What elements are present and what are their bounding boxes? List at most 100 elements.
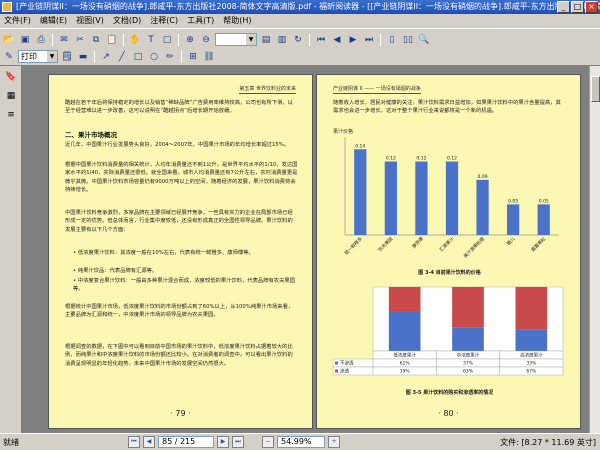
data-label: 0.09 — [478, 174, 488, 180]
toolbar-row-2: ✎ 打印 ▼ 🗒 ▬ ↗ ╱ □ ○ ✏ ⊞ ⛓ — [2, 48, 216, 65]
hand-tool-icon[interactable]: ✋ — [128, 33, 142, 47]
status-bar: 就绪 ⏮ ◀ 85 / 215 ▶ ⏭ − 54.99% + 文件: [8.27… — [0, 433, 600, 450]
first-page-icon[interactable]: ⏮ — [314, 33, 328, 47]
legend-swatch — [335, 369, 338, 373]
page-size-info: 文件: [8.27 * 11.69 英寸] — [500, 438, 596, 447]
stacked-bar-segment — [515, 329, 548, 351]
x-tick-label: 露露果粒 — [529, 235, 547, 253]
menu-edit[interactable]: 编辑(E) — [40, 14, 67, 27]
list-item: • 中浓度复合果汁饮料：一般由多种果汁混合而成，浓度较低的果汁饮料，代表品牌有农… — [73, 278, 295, 292]
last-page-button[interactable]: ⏭ — [232, 436, 244, 448]
zoom-field[interactable]: 54.99% — [277, 436, 325, 448]
two-page-icon[interactable]: ▯▯ — [401, 33, 415, 47]
cut-icon[interactable]: ✂ — [73, 33, 87, 47]
zoom-dropdown[interactable]: ▼ — [215, 33, 257, 46]
page-number-field[interactable]: 85 / 215 — [158, 436, 214, 448]
tool-dropdown-label: 打印 — [21, 52, 37, 61]
stacked-bar-chart-penetration: 低浓度果汁 中浓度果汁 高浓度果汁不渗透 61% 37% 33% 渗透 39% 63% 67% — [332, 286, 564, 376]
close-button[interactable]: × — [585, 1, 598, 13]
bar — [354, 149, 367, 235]
data-label: 0.12 — [386, 156, 396, 162]
x-tick-label: 康师傅 — [410, 235, 425, 250]
bar — [384, 161, 397, 235]
single-page-icon[interactable]: ▯ — [385, 33, 399, 47]
last-page-icon[interactable]: ⏭ — [362, 33, 376, 47]
prev-page-button[interactable]: ◀ — [143, 436, 155, 448]
paragraph: 根据中国果汁饮料消费量的相关统计，人均年消费量还不到1公升，是世界平均水平的1/… — [65, 162, 298, 194]
link-icon[interactable]: ⛓ — [202, 50, 216, 64]
table-value: 67% — [526, 369, 537, 375]
table-value: 33% — [526, 361, 537, 367]
page-80: 产业链阴谋 II —— 一场没有硝烟的战争 随着收入增长，居民对健康的关注，果汁… — [316, 74, 581, 429]
table-value: 63% — [463, 369, 474, 375]
data-label: 0.05 — [508, 198, 518, 204]
email-icon[interactable]: ✉ — [57, 33, 71, 47]
vertical-scrollbar[interactable] — [589, 66, 600, 433]
table-row: 渗透 39% 63% 67% — [332, 366, 564, 376]
x-tick-label: 统一鲜橙多 — [343, 235, 364, 256]
bar — [476, 179, 489, 235]
minimize-button[interactable]: _ — [557, 1, 570, 13]
print-icon[interactable]: ⎙ — [34, 33, 48, 47]
typewriter-icon[interactable]: ✎ — [2, 50, 16, 64]
copy-icon[interactable]: ⧉ — [89, 33, 103, 47]
ellipse-tool-icon[interactable]: ○ — [147, 50, 161, 64]
next-page-icon[interactable]: ▶ — [346, 33, 360, 47]
app-icon — [2, 2, 12, 12]
note-icon[interactable]: 🗒 — [60, 50, 74, 64]
bar — [445, 161, 459, 235]
paste-icon[interactable]: 📋 — [105, 33, 119, 47]
menu-tools[interactable]: 工具(T) — [187, 14, 214, 27]
rotate-icon[interactable]: ↻ — [291, 33, 305, 47]
legend-label: 渗透 — [340, 368, 349, 375]
paragraph: 近几年，中国果汁行业发展势头良好，2004～2007年，中国果汁市场的年均增长率… — [65, 142, 290, 148]
maximize-button[interactable]: □ — [571, 1, 584, 13]
highlight-icon[interactable]: ▬ — [76, 50, 90, 64]
select-text-icon[interactable]: T — [144, 33, 158, 47]
snapshot-icon[interactable]: ▢ — [160, 33, 174, 47]
zoom-in-button[interactable]: + — [328, 436, 340, 448]
thumbnails-icon[interactable]: ▦ — [3, 88, 19, 104]
fit-width-icon[interactable]: ▥ — [275, 33, 289, 47]
scroll-thumb[interactable] — [591, 76, 600, 102]
search-icon[interactable]: 🔍 — [417, 33, 431, 47]
table-value: 37% — [463, 361, 474, 367]
page-79: 第五章 世界饮料业的未来 酷越在若干年后将保持稳定的增长以及销售“稀缺品牌”广告… — [48, 74, 313, 429]
left-sidebar: 🔖 ▦ ≡ — [0, 66, 22, 433]
next-page-button[interactable]: ▶ — [217, 436, 229, 448]
chevron-down-icon: ▼ — [246, 34, 256, 45]
stamp-icon[interactable]: ⊞ — [186, 50, 200, 64]
zoom-out-icon[interactable]: ⊖ — [199, 33, 213, 47]
figure-caption: 图 3-4 目前果汁饮料的价格 — [418, 270, 481, 276]
save-icon[interactable]: ▣ — [18, 33, 32, 47]
table-cell — [332, 366, 374, 376]
rectangle-tool-icon[interactable]: □ — [131, 50, 145, 64]
menu-help[interactable]: 帮助(H) — [223, 14, 251, 27]
layers-icon[interactable]: ≡ — [3, 107, 19, 123]
open-icon[interactable]: 📂 — [2, 33, 16, 47]
list-item: • 低浓度果汁饮料：其浓度一般在10%左右，代表有统一鲜橙多、康师傅等。 — [73, 250, 254, 256]
prev-page-icon[interactable]: ◀ — [330, 33, 344, 47]
line-tool-icon[interactable]: ╱ — [115, 50, 129, 64]
fit-page-icon[interactable]: ▤ — [259, 33, 273, 47]
first-page-button[interactable]: ⏮ — [128, 436, 140, 448]
document-viewer[interactable]: 第五章 世界饮料业的未来 酷越在若干年后将保持稳定的增长以及销售“稀缺品牌”广告… — [22, 66, 589, 433]
stacked-bar-segment — [515, 287, 548, 330]
menu-view[interactable]: 视图(V) — [76, 14, 104, 27]
zoom-out-button[interactable]: − — [262, 436, 274, 448]
pencil-tool-icon[interactable]: ✏ — [163, 50, 177, 64]
menu-file[interactable]: 文件(F) — [4, 14, 31, 27]
bookmarks-icon[interactable]: 🔖 — [3, 69, 19, 85]
stacked-bar-segment — [388, 287, 421, 312]
table-value: 39% — [400, 369, 411, 375]
chevron-down-icon: ▼ — [47, 51, 57, 62]
zoom-in-icon[interactable]: ⊕ — [183, 33, 197, 47]
menu-comment[interactable]: 注释(C) — [150, 14, 178, 27]
data-label: 0.12 — [416, 156, 426, 162]
paragraph: 随着收入增长，居民对健康的关注，果汁饮料需求日益增加，如果果汁饮料中的果汁含量提… — [333, 100, 561, 115]
paragraph: 中国果汁饮料竞争激烈，多家品牌在主要领域已经展开竞争，一些具有实力的企业在局部市… — [65, 210, 293, 233]
menu-document[interactable]: 文档(D) — [113, 14, 141, 27]
tool-dropdown[interactable]: 打印 ▼ — [18, 50, 58, 63]
paragraph: 根据统计中国果汁市场，低浓度果汁饮料的市场份额占到了60%以上，从100%纯果汁… — [65, 304, 294, 319]
arrow-tool-icon[interactable]: ↗ — [99, 50, 113, 64]
